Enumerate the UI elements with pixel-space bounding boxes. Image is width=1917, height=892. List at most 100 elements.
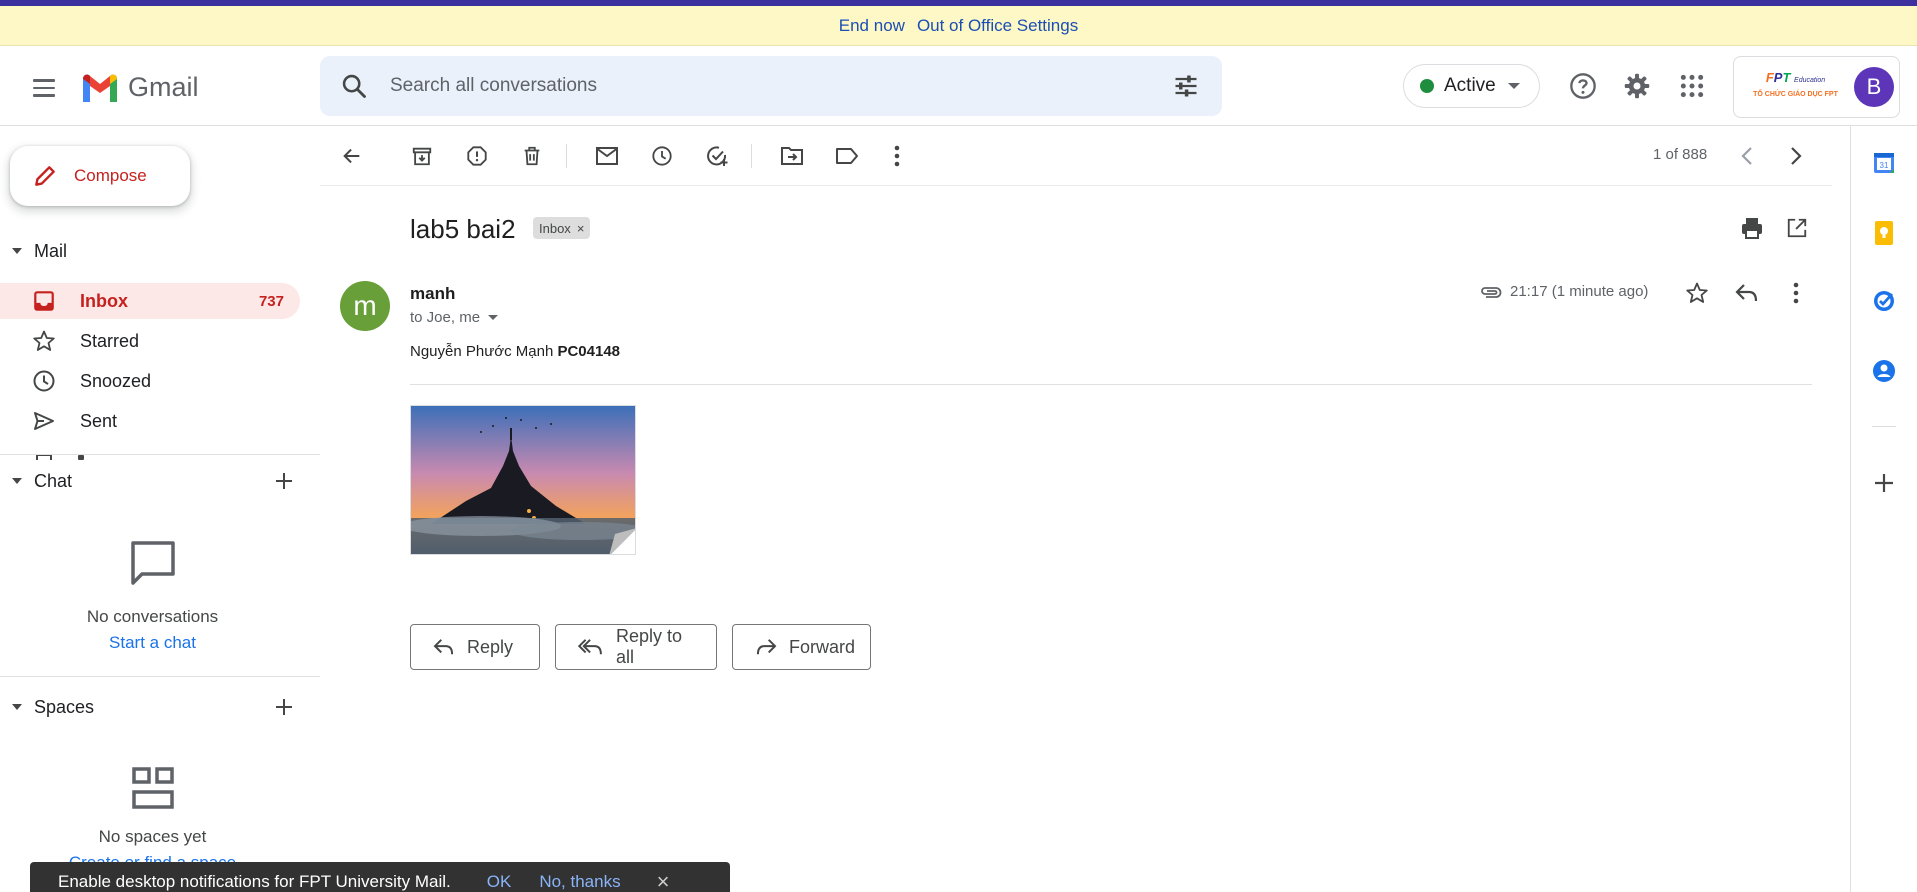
label-chip-text: Inbox: [539, 220, 571, 236]
sidebar-item-inbox[interactable]: Inbox 737: [0, 283, 300, 319]
move-to-icon[interactable]: [774, 138, 810, 174]
search-icon[interactable]: [340, 72, 368, 105]
account-switcher[interactable]: FPT Education TỔ CHỨC GIÁO DỤC FPT B: [1733, 56, 1900, 118]
open-new-window-icon[interactable]: [1779, 210, 1815, 246]
reply-all-icon: [578, 638, 604, 656]
account-avatar[interactable]: B: [1854, 67, 1894, 107]
svg-text:31: 31: [1880, 161, 1889, 170]
status-dropdown[interactable]: Active: [1403, 64, 1540, 108]
search-bar: [320, 56, 1222, 116]
snooze-clock-icon[interactable]: [644, 138, 680, 174]
app-header: Gmail Active FPT Education TỔ CHỨC GIÁO …: [0, 46, 1917, 126]
plus-icon[interactable]: [272, 692, 296, 722]
message-view: 1 of 888 lab5 bai2 Inbox × m manh to Joe…: [320, 126, 1832, 892]
show-details-chevron-icon[interactable]: [488, 315, 499, 320]
calendar-icon[interactable]: 31: [1867, 146, 1901, 180]
tasks-icon[interactable]: [1867, 284, 1901, 318]
trash-icon[interactable]: [514, 138, 550, 174]
main-menu-icon[interactable]: [24, 68, 64, 108]
compose-button[interactable]: Compose: [10, 146, 190, 206]
previous-chevron-icon[interactable]: [1729, 138, 1765, 174]
side-panel-divider: [1872, 426, 1896, 427]
more-vertical-icon[interactable]: [879, 138, 915, 174]
mail-section-header[interactable]: Mail: [0, 236, 320, 266]
castle-image: [411, 406, 635, 554]
plus-icon[interactable]: [272, 466, 296, 496]
inbox-count: 737: [258, 292, 284, 310]
sidebar-item-label: Snoozed: [80, 370, 152, 391]
reply-all-button[interactable]: Reply to all: [555, 624, 717, 670]
snackbar-close-icon[interactable]: ×: [657, 869, 670, 892]
settings-gear-icon[interactable]: [1617, 66, 1657, 106]
keep-icon[interactable]: [1867, 216, 1901, 250]
compose-label: Compose: [74, 166, 147, 185]
sidebar-item-snoozed[interactable]: Snoozed: [0, 363, 300, 399]
inbox-label-chip[interactable]: Inbox ×: [533, 217, 591, 239]
pencil-icon: [35, 166, 55, 186]
chat-empty-state: No conversations Start a chat: [0, 538, 305, 653]
sender-avatar[interactable]: m: [340, 281, 390, 331]
search-options-icon[interactable]: [1172, 72, 1200, 105]
apps-grid-icon[interactable]: [1672, 66, 1712, 106]
toolbar-separator: [566, 144, 567, 168]
reply-icon[interactable]: [1729, 275, 1765, 311]
sidebar-item-sent[interactable]: Sent: [0, 403, 300, 439]
forward-label: Forward: [789, 636, 856, 657]
back-arrow-icon[interactable]: [334, 138, 370, 174]
gmail-m-icon: [83, 74, 117, 102]
recipients-line: to Joe, me: [410, 309, 499, 326]
help-icon[interactable]: [1563, 66, 1603, 106]
contacts-icon[interactable]: [1867, 354, 1901, 388]
spaces-section-header[interactable]: Spaces: [0, 692, 320, 722]
snackbar-no-thanks-button[interactable]: No, thanks: [539, 872, 620, 892]
forward-button[interactable]: Forward: [732, 624, 871, 670]
more-vertical-icon[interactable]: [1778, 275, 1814, 311]
forward-icon: [755, 638, 777, 656]
print-icon[interactable]: [1734, 210, 1770, 246]
chat-section-header[interactable]: Chat: [0, 466, 320, 496]
report-spam-icon[interactable]: [459, 138, 495, 174]
inbox-icon: [32, 289, 56, 313]
mail-section-label: Mail: [34, 240, 68, 261]
archive-icon[interactable]: [404, 138, 440, 174]
body-name-text: Nguyễn Phước Mạnh: [410, 343, 554, 360]
send-icon: [32, 409, 56, 433]
search-input[interactable]: [390, 68, 1130, 104]
status-label: Active: [1444, 75, 1496, 96]
sidebar-item-label: Sent: [80, 410, 118, 431]
image-attachment-thumbnail[interactable]: [410, 405, 636, 555]
oof-settings-link[interactable]: Out of Office Settings: [917, 16, 1078, 36]
spaces-empty-text: No spaces yet: [98, 827, 207, 846]
reply-all-label: Reply to all: [616, 626, 683, 667]
reply-button[interactable]: Reply: [410, 624, 540, 670]
label-icon[interactable]: [829, 138, 865, 174]
message-time: 21:17 (1 minute ago): [1480, 283, 1648, 300]
sidebar-item-starred[interactable]: Starred: [0, 323, 300, 359]
get-addons-plus-icon[interactable]: [1867, 466, 1901, 500]
sidebar: Compose Mail Inbox 737 Starred Snoozed S…: [0, 126, 320, 892]
spaces-grid-icon: [131, 767, 174, 809]
sidebar-divider: [0, 676, 320, 677]
reply-icon: [433, 638, 455, 656]
sender-name[interactable]: manh: [410, 284, 455, 304]
collapse-triangle-icon[interactable]: [12, 704, 22, 710]
start-chat-link[interactable]: Start a chat: [0, 633, 305, 653]
org-subtitle: TỔ CHỨC GIÁO DỤC FPT: [1753, 91, 1838, 98]
remove-label-icon[interactable]: ×: [577, 221, 585, 236]
org-logo: FPT Education TỔ CHỨC GIÁO DỤC FPT: [1748, 69, 1843, 105]
snackbar-ok-button[interactable]: OK: [487, 872, 512, 892]
toolbar-separator: [751, 144, 752, 168]
recipients-text: to Joe, me: [410, 309, 481, 326]
spaces-section-label: Spaces: [34, 696, 95, 717]
add-task-icon[interactable]: [699, 138, 735, 174]
gmail-logo[interactable]: Gmail: [80, 68, 199, 106]
end-now-link[interactable]: End now: [839, 16, 905, 36]
gmail-wordmark: Gmail: [128, 71, 199, 102]
mark-unread-icon[interactable]: [589, 138, 625, 174]
star-icon[interactable]: [1679, 275, 1715, 311]
collapse-triangle-icon[interactable]: [12, 478, 22, 484]
next-chevron-icon[interactable]: [1778, 138, 1814, 174]
reply-label: Reply: [467, 636, 514, 657]
collapse-triangle-icon[interactable]: [12, 248, 22, 254]
star-icon: [32, 329, 56, 353]
